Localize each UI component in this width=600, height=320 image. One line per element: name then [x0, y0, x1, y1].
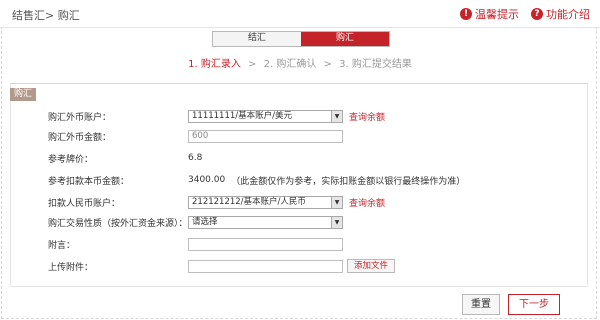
ref-rmb-value: 3400.00	[188, 175, 226, 185]
row-attachment: 上传附件： 添加文件	[48, 258, 396, 274]
intro-label: 功能介绍	[546, 8, 590, 21]
ref-rmb-note: （此金额仅作为参考，实际扣账金额以银行最终操作为准）	[231, 176, 466, 187]
tab-settle[interactable]: 结汇	[213, 32, 301, 46]
intro-link[interactable]: ? 功能介绍	[531, 6, 590, 22]
row-remark: 附言：	[48, 236, 343, 252]
tx-nature-value: 请选择	[192, 216, 218, 227]
fx-account-value: 11111111/基本账户/美元	[192, 110, 292, 121]
panel-tag: 购汇	[10, 88, 36, 101]
attachment-path-input[interactable]	[188, 259, 343, 273]
row-fx-account: 购汇外币账户： 11111111/基本账户/美元 ▼ 查询余额	[48, 108, 385, 124]
top-links: ! 温馨提示 ? 功能介绍	[460, 6, 590, 22]
fx-account-label: 购汇外币账户：	[48, 112, 112, 123]
row-fx-amount: 购汇外币金额： 600	[48, 128, 343, 144]
row-tx-nature: 购汇交易性质（按外汇资金来源）： 请选择 ▼	[48, 214, 343, 230]
rmb-account-label: 扣款人民币账户：	[48, 198, 121, 209]
attachment-label: 上传附件：	[48, 262, 94, 273]
fx-amount-input[interactable]: 600	[188, 129, 343, 143]
step-3: 3. 购汇提交结果	[339, 59, 412, 70]
tx-nature-label: 购汇交易性质（按外汇资金来源）：	[48, 218, 188, 229]
tab-bar: 结汇 购汇	[212, 31, 390, 47]
tips-link[interactable]: ! 温馨提示	[460, 6, 519, 22]
query-balance-link-fx[interactable]: 查询余额	[349, 110, 385, 123]
ref-rmb-label: 参考扣款本币金额：	[48, 176, 130, 187]
info-icon: !	[460, 8, 472, 20]
step-2: 2. 购汇确认	[263, 59, 317, 70]
rmb-account-value: 212121212/基本账户/人民币	[192, 196, 306, 207]
fx-amount-label: 购汇外币金额：	[48, 132, 112, 143]
chevron-down-icon: ▼	[331, 110, 342, 122]
footer-divider	[10, 286, 588, 287]
row-ref-rate: 参考牌价： 6.8	[48, 150, 202, 166]
query-balance-link-rmb[interactable]: 查询余额	[349, 196, 385, 209]
ref-rate-label: 参考牌价：	[48, 154, 94, 165]
step-indicator: 1. 购汇录入 > 2. 购汇确认 > 3. 购汇提交结果	[0, 55, 600, 70]
top-bar: 结售汇> 购汇 ! 温馨提示 ? 功能介绍	[0, 0, 600, 28]
step-1: 1. 购汇录入	[188, 59, 241, 70]
chevron-down-icon: ▼	[331, 216, 342, 228]
step-separator-icon: >	[323, 59, 332, 70]
breadcrumb: 结售汇> 购汇	[12, 9, 80, 22]
row-ref-rmb: 参考扣款本币金额： 3400.00 （此金额仅作为参考，实际扣账金额以银行最终操…	[48, 172, 465, 188]
step-separator-icon: >	[248, 59, 257, 70]
chevron-down-icon: ▼	[331, 196, 342, 208]
tab-purchase[interactable]: 购汇	[301, 32, 389, 46]
tx-nature-select[interactable]: 请选择 ▼	[188, 215, 343, 229]
row-rmb-account: 扣款人民币账户： 212121212/基本账户/人民币 ▼ 查询余额	[48, 194, 385, 210]
remark-input[interactable]	[188, 237, 343, 251]
ref-rate-value: 6.8	[188, 153, 203, 163]
rmb-account-select[interactable]: 212121212/基本账户/人民币 ▼	[188, 195, 343, 209]
next-button[interactable]: 下一步	[508, 294, 560, 315]
reset-button[interactable]: 重置	[462, 294, 500, 315]
add-file-button[interactable]: 添加文件	[347, 259, 396, 273]
tips-label: 温馨提示	[475, 8, 519, 21]
help-icon: ?	[531, 8, 543, 20]
fx-account-select[interactable]: 11111111/基本账户/美元 ▼	[188, 109, 343, 123]
remark-label: 附言：	[48, 240, 76, 251]
